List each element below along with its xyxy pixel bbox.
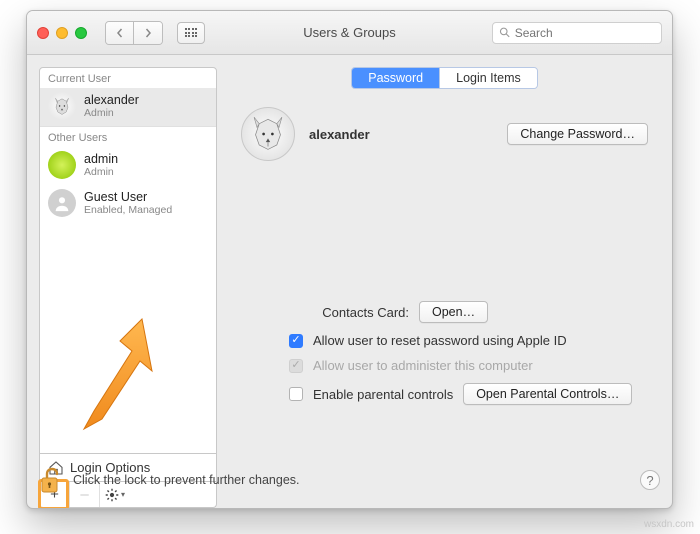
password-panel: alexander Change Password… Contacts Card… — [229, 99, 660, 508]
user-avatar[interactable] — [241, 107, 295, 161]
avatar-icon — [48, 189, 76, 217]
user-role-label: Enabled, Managed — [84, 204, 172, 216]
titlebar: Users & Groups — [27, 11, 672, 55]
options-group: Contacts Card: Open… Allow user to reset… — [229, 301, 660, 405]
change-password-button[interactable]: Change Password… — [507, 123, 648, 145]
user-name-label: alexander — [84, 93, 139, 107]
wolf-avatar-icon — [246, 112, 290, 156]
nav-back-forward — [105, 21, 163, 45]
open-parental-controls-button[interactable]: Open Parental Controls… — [463, 383, 632, 405]
parental-controls-label: Enable parental controls — [313, 387, 453, 402]
user-name-label: admin — [84, 152, 118, 166]
other-users-header: Other Users — [40, 126, 216, 147]
minimize-window-button[interactable] — [56, 27, 68, 39]
user-name-label: Guest User — [84, 190, 172, 204]
allow-admin-checkbox — [289, 359, 303, 373]
tab-login-items[interactable]: Login Items — [440, 68, 537, 88]
sidebar-user-guest[interactable]: Guest User Enabled, Managed — [40, 185, 216, 223]
lock-message: Click the lock to prevent further change… — [73, 473, 300, 487]
close-window-button[interactable] — [37, 27, 49, 39]
window-controls — [37, 27, 87, 39]
users-sidebar: Current User alexander Admin Other Users… — [39, 67, 217, 508]
contacts-card-row: Contacts Card: Open… — [289, 301, 640, 323]
sidebar-user-admin[interactable]: admin Admin — [40, 147, 216, 185]
user-list: Current User alexander Admin Other Users… — [39, 67, 217, 454]
allow-reset-checkbox[interactable] — [289, 334, 303, 348]
main-panel: Password Login Items alex — [229, 67, 660, 508]
back-button[interactable] — [106, 22, 134, 44]
show-all-button[interactable] — [177, 22, 205, 44]
lock-open-icon — [39, 466, 63, 494]
sidebar-user-alexander[interactable]: alexander Admin — [40, 88, 216, 126]
zoom-window-button[interactable] — [75, 27, 87, 39]
watermark: wsxdn.com — [644, 519, 694, 530]
contacts-card-label: Contacts Card: — [289, 305, 409, 320]
username-label: alexander — [309, 127, 370, 142]
open-contacts-button[interactable]: Open… — [419, 301, 488, 323]
user-header: alexander Change Password… — [229, 99, 660, 161]
parental-controls-row: Enable parental controls Open Parental C… — [289, 383, 640, 405]
forward-button[interactable] — [134, 22, 162, 44]
current-user-header: Current User — [40, 68, 216, 88]
avatar-icon — [48, 92, 76, 120]
preferences-window: Users & Groups Current User alexander Ad… — [26, 10, 673, 509]
user-role-label: Admin — [84, 107, 139, 119]
tab-bar: Password Login Items — [229, 67, 660, 89]
avatar-icon — [48, 151, 76, 179]
parental-controls-checkbox[interactable] — [289, 387, 303, 401]
allow-reset-label: Allow user to reset password using Apple… — [313, 333, 567, 348]
lock-button[interactable] — [39, 466, 63, 494]
search-field[interactable] — [492, 22, 662, 44]
allow-admin-label: Allow user to administer this computer — [313, 358, 533, 373]
search-input[interactable] — [515, 26, 655, 40]
allow-reset-row: Allow user to reset password using Apple… — [289, 333, 640, 348]
search-icon — [499, 26, 511, 39]
help-button[interactable]: ? — [640, 470, 660, 490]
user-role-label: Admin — [84, 166, 118, 178]
tab-password[interactable]: Password — [352, 68, 440, 88]
footer: Click the lock to prevent further change… — [39, 466, 660, 494]
allow-admin-row: Allow user to administer this computer — [289, 358, 640, 373]
